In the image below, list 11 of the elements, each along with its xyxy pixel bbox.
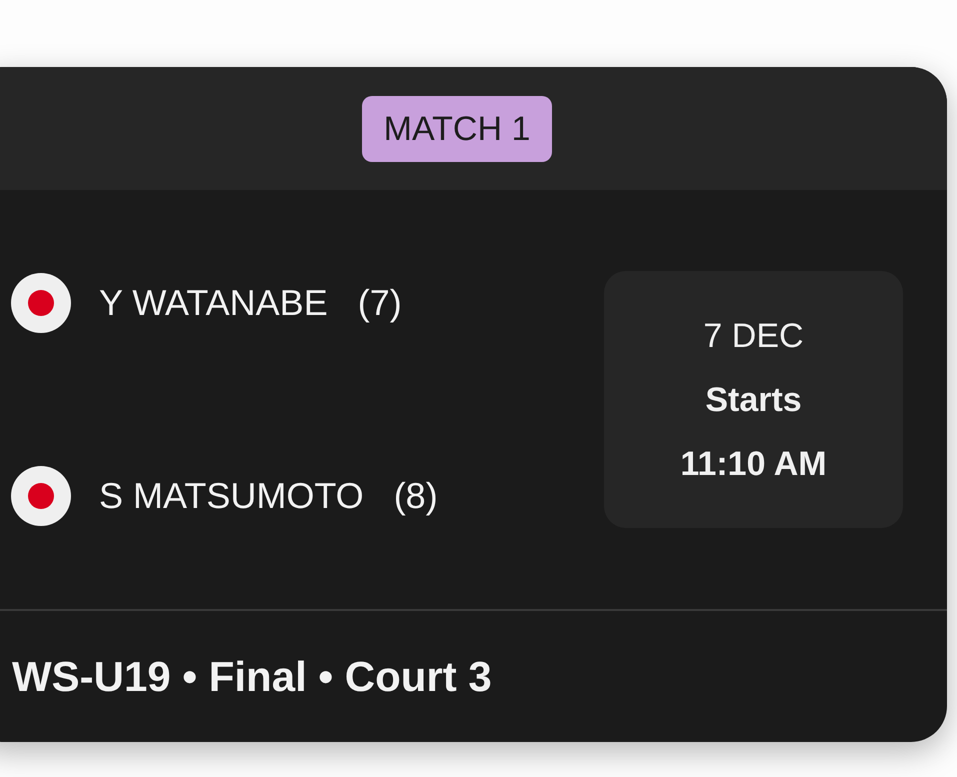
player-name: S MATSUMOTO <box>99 474 364 518</box>
flag-icon <box>11 273 71 333</box>
start-time: 11:10 AM <box>680 444 827 484</box>
flag-icon <box>11 466 71 526</box>
player-name: Y WATANABE <box>99 281 328 325</box>
player-seed: (8) <box>394 474 438 518</box>
player-seed: (7) <box>358 281 402 325</box>
match-date: 7 DEC <box>703 316 804 356</box>
match-badge: MATCH 1 <box>362 96 552 162</box>
match-details: WS-U19 • Final • Court 3 <box>12 652 492 702</box>
start-label: Starts <box>705 380 802 420</box>
